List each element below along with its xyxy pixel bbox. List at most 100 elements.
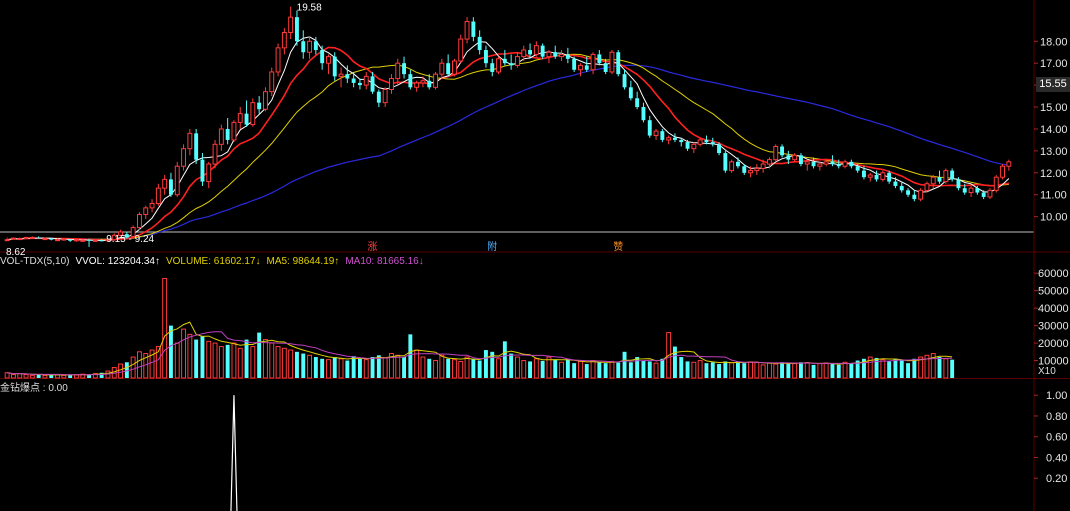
candle-body-up [924, 183, 930, 191]
volume-bar-up [162, 277, 168, 379]
signal-header[interactable]: 金钻爆点 : 0.00 [0, 379, 68, 394]
candle-body-up [395, 62, 401, 80]
candle-body-up [281, 32, 287, 49]
candle-body-up [143, 207, 149, 215]
candle-body-down [956, 179, 961, 189]
candle-body-down [370, 76, 375, 92]
candle-body-up [943, 170, 949, 183]
candle-body-down [408, 74, 413, 88]
candle-body-up [729, 161, 735, 172]
high-price-label: 19.58 [297, 3, 322, 14]
candle-body-down [887, 172, 892, 182]
volume-bar-down [836, 364, 841, 378]
candle-body-down [616, 52, 621, 75]
candle-body-up [754, 167, 760, 172]
signal-tick-label: 0.40 [1046, 452, 1067, 464]
candle-body-up [577, 64, 583, 71]
candle-body-down [402, 63, 407, 75]
price-tick-label: 14.00 [1040, 124, 1068, 136]
volume-bar-up [23, 374, 29, 379]
event-marker-1[interactable]: 涨 [368, 241, 378, 253]
volume-bar-down [685, 361, 690, 378]
volume-bar-down [672, 346, 677, 378]
volume-bar-down [572, 363, 577, 378]
volume-bar-up [609, 360, 615, 379]
moving-averages [7, 36, 1010, 241]
volume-bar-up [395, 354, 401, 379]
volume-bar-up [10, 374, 16, 379]
volume-bar-up [559, 361, 565, 379]
volume-bar-down [257, 332, 262, 378]
candle-body-up [867, 174, 873, 178]
volume-bar-up [325, 359, 331, 379]
candle-body-up [149, 203, 155, 209]
volume-bar-down [660, 358, 665, 378]
candle-body-up [414, 82, 420, 88]
vol-tick-label: 30000 [1038, 321, 1069, 333]
candle-body-down [225, 128, 230, 140]
candle-body-up [73, 239, 79, 242]
volume-bar-up [4, 372, 10, 379]
candle-body-up [363, 75, 369, 86]
vol-indicator-name[interactable]: VOL-TDX(5,10) [0, 256, 69, 267]
candle-body-up [1000, 165, 1006, 178]
candle-body-down [357, 82, 362, 86]
candle-body-down [332, 56, 337, 77]
price-tick-label: 18.00 [1040, 36, 1068, 48]
volume-bar-down [723, 361, 728, 378]
vol-tick-label: 20000 [1038, 338, 1069, 350]
volume-bars[interactable] [4, 277, 955, 379]
candle-body-down [49, 238, 54, 240]
candlesticks[interactable] [4, 6, 1012, 247]
volume-bar-down [194, 339, 199, 378]
volume-bar-down [647, 361, 652, 378]
volume-unit-label: X10 [1038, 366, 1056, 377]
volume-bar-down [849, 363, 854, 378]
volume-bar-down [641, 360, 646, 378]
candle-body-down [628, 87, 633, 99]
volume-bar-down [887, 361, 892, 378]
volume-bar-up [206, 340, 212, 379]
volume-bar-down [704, 363, 709, 378]
candle-body-down [36, 237, 41, 239]
candle-body-down [780, 146, 785, 156]
candle-body-down [584, 65, 589, 70]
candle-body-down [975, 188, 980, 193]
candle-body-down [572, 58, 577, 70]
candle-body-up [804, 161, 810, 165]
candle-body-up [760, 163, 766, 169]
candle-body-down [502, 58, 507, 64]
candle-body-down [647, 120, 652, 136]
candle-body-down [912, 194, 917, 200]
volume-bar-up [237, 347, 243, 379]
price-tick-label: 12.00 [1040, 168, 1068, 180]
volume-bar-up [420, 356, 426, 379]
candle-body-up [792, 154, 798, 161]
candle-body-down [168, 179, 173, 195]
candle-body-down [962, 188, 967, 193]
volume-bar-up [577, 360, 583, 379]
candle-body-up [325, 56, 331, 64]
price-tick-label: 15.00 [1040, 102, 1068, 114]
vvol-value: VVOL: 123204.34↑ [75, 256, 160, 267]
candle-body-up [823, 161, 829, 165]
volume-bar-up [118, 363, 124, 379]
event-marker-3[interactable]: 赞 [613, 240, 623, 253]
volume-bar-up [464, 356, 470, 379]
candle-body-down [710, 142, 715, 145]
volume-bar-down [735, 361, 740, 378]
candle-body-down [735, 161, 740, 167]
candle-body-down [471, 21, 476, 37]
candle-body-up [55, 239, 61, 242]
candle-body-down [874, 175, 879, 180]
event-marker-2[interactable]: 附 [487, 240, 497, 253]
candle-body-up [748, 170, 754, 174]
volume-bar-up [804, 362, 810, 379]
candle-body-down [446, 63, 451, 75]
candle-body-down [679, 139, 684, 143]
volume-bar-up [653, 362, 659, 379]
candle-body-up [930, 176, 936, 185]
candle-body-down [490, 63, 495, 72]
current-price-badge: 15.55 [1036, 77, 1070, 92]
volume-bar-down [345, 360, 350, 378]
